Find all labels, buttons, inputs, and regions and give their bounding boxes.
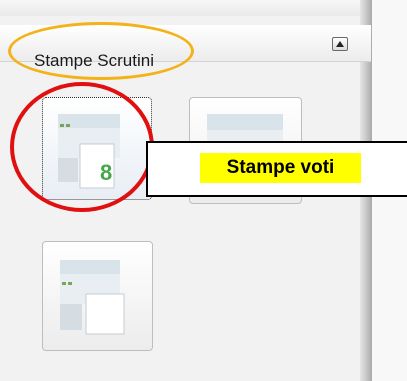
collapse-up-icon [336, 41, 344, 47]
highlight-ellipse-orange [8, 22, 194, 80]
highlight-ellipse-red [10, 82, 154, 212]
callout-box: Stampe voti [146, 141, 407, 197]
collapse-button[interactable] [332, 37, 348, 51]
print-document-icon [60, 260, 125, 335]
panel-top-strip [0, 0, 360, 16]
callout-label: Stampe voti [200, 153, 361, 183]
print-document-button[interactable] [42, 241, 153, 351]
